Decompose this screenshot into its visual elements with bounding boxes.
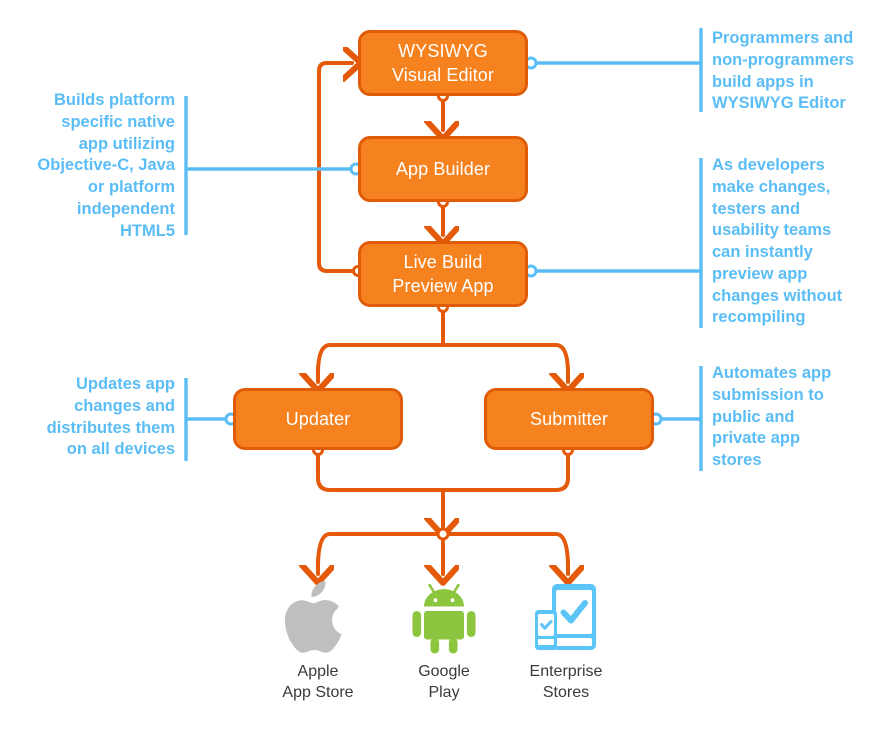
- store-google-play[interactable]: Google Play: [379, 578, 509, 704]
- annotation-submitter: Automates app submission to public and p…: [712, 364, 832, 470]
- diagram-canvas: WYSIWYG Visual Editor App Builder Live B…: [0, 0, 888, 732]
- store-enterprise-stores[interactable]: Enterprise Stores: [501, 578, 631, 704]
- node-label: Live Build Preview App: [392, 251, 494, 296]
- node-updater[interactable]: Updater: [233, 388, 403, 450]
- store-apple-app-store[interactable]: Apple App Store: [253, 578, 383, 704]
- node-label: Updater: [285, 408, 351, 429]
- store-label: Enterprise Stores: [529, 663, 603, 701]
- node-submitter[interactable]: Submitter: [484, 388, 654, 450]
- annotation-app-builder: Builds platform specific native app util…: [37, 91, 175, 240]
- annotation-wysiwyg: Programmers and non-programmers build ap…: [712, 29, 855, 113]
- node-label: WYSIWYG Visual Editor: [391, 40, 495, 85]
- node-app-builder[interactable]: App Builder: [358, 136, 528, 202]
- annotation-updater: Updates app changes and distributes them…: [46, 375, 175, 459]
- enterprise-devices-icon: [501, 578, 631, 654]
- store-label: Apple App Store: [282, 663, 354, 701]
- store-label: Google Play: [418, 663, 470, 701]
- node-label: App Builder: [395, 158, 491, 179]
- annotation-live-build: As developers make changes, testers and …: [712, 156, 843, 327]
- node-label: Submitter: [530, 408, 608, 429]
- node-live-build-preview-app[interactable]: Live Build Preview App: [358, 241, 528, 307]
- android-robot-icon: [379, 578, 509, 654]
- apple-logo-icon: [253, 578, 383, 654]
- node-wysiwyg-visual-editor[interactable]: WYSIWYG Visual Editor: [358, 30, 528, 96]
